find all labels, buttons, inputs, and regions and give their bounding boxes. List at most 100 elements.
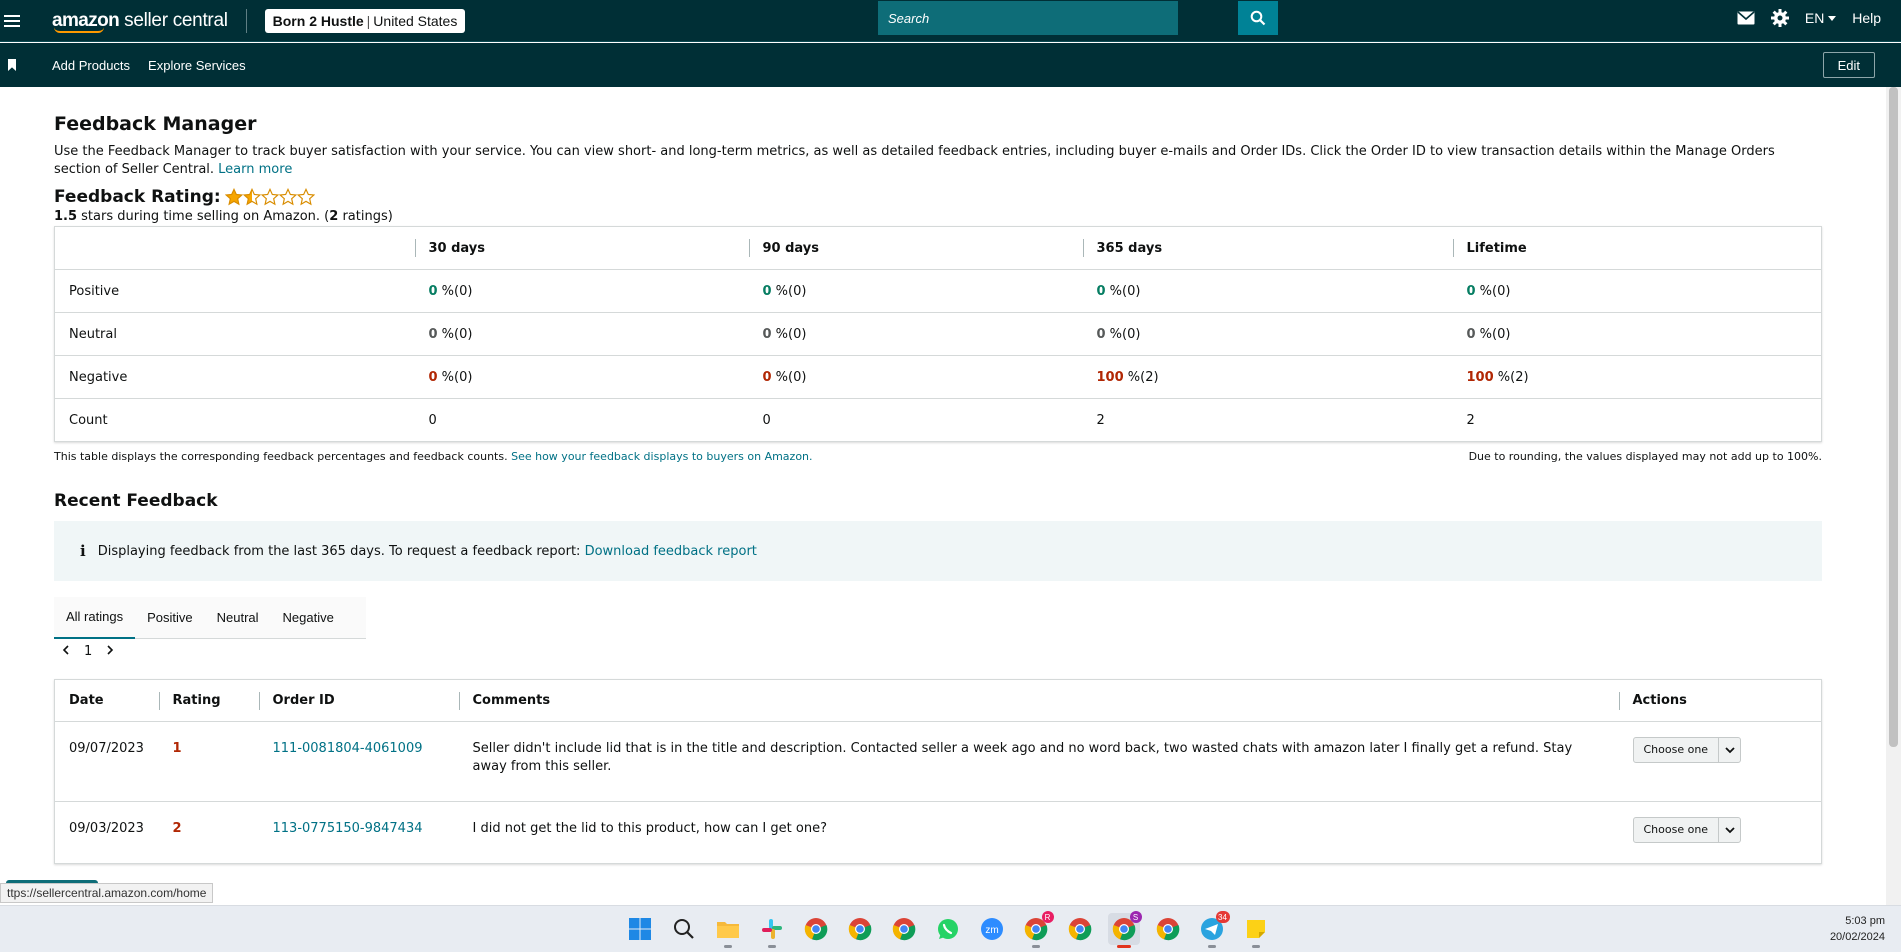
metrics-row-label: Positive: [54, 269, 415, 313]
slack-icon[interactable]: [756, 913, 788, 948]
metrics-col-90-days: 90 days: [748, 227, 1083, 270]
page-scrollbar[interactable]: [1886, 87, 1901, 905]
metrics-cell: 0 %(0): [1452, 269, 1822, 313]
nav-bar: Add Products Explore Services Edit: [0, 43, 1901, 87]
metrics-percent: 100: [1466, 369, 1494, 385]
windows-start-icon[interactable]: [624, 913, 656, 945]
scrollbar-thumb[interactable]: [1889, 87, 1898, 747]
language-selector[interactable]: EN: [1804, 10, 1837, 26]
rating-summary: 1.5 stars during time selling on Amazon.…: [54, 209, 1824, 224]
svg-text:zm: zm: [985, 925, 998, 936]
rating-stars: [224, 188, 315, 206]
tab-neutral[interactable]: Neutral: [205, 597, 271, 639]
chevron-left-icon[interactable]: [62, 644, 70, 659]
learn-more-link[interactable]: Learn more: [218, 162, 292, 177]
metrics-count: %(0): [771, 326, 807, 342]
whatsapp-icon[interactable]: [932, 913, 964, 945]
header-actions: EN Help: [1737, 0, 1881, 36]
mail-icon[interactable]: [1737, 11, 1755, 25]
file-explorer-icon[interactable]: [712, 913, 744, 948]
metrics-percent: 0: [762, 326, 772, 342]
feedback-display-link[interactable]: See how your feedback displays to buyers…: [511, 450, 812, 463]
metrics-count: %(0): [1105, 326, 1141, 342]
sticky-notes-icon[interactable]: [1240, 913, 1272, 948]
caret-down-icon: [1828, 15, 1837, 21]
main-content: Feedback Manager Use the Feedback Manage…: [54, 87, 1824, 864]
metrics-count: 2: [1466, 412, 1475, 428]
menu-icon[interactable]: [4, 0, 26, 42]
help-link[interactable]: Help: [1852, 10, 1881, 26]
actions-dropdown[interactable]: Choose one: [1632, 817, 1742, 843]
header-divider: [245, 8, 247, 33]
nav-explore-services[interactable]: Explore Services: [148, 58, 246, 73]
rounding-note: Due to rounding, the values displayed ma…: [1468, 450, 1822, 463]
metrics-count: %(0): [1105, 283, 1141, 299]
search-placeholder: Search: [888, 10, 930, 26]
metrics-cell: 0 %(0): [748, 355, 1083, 399]
metrics-percent: 0: [428, 369, 438, 385]
table-row: 09/03/2023 2 113-0775150-9847434 I did not …: [54, 801, 1822, 864]
pagination: 1: [62, 644, 1824, 659]
tab-negative[interactable]: Negative: [271, 597, 346, 639]
edit-button[interactable]: Edit: [1822, 52, 1875, 78]
search-button[interactable]: [1238, 1, 1278, 35]
feedback-rating: Feedback Rating:: [54, 187, 1824, 207]
zoom-icon[interactable]: zm: [976, 913, 1008, 945]
chrome-profile-icon[interactable]: [888, 913, 920, 945]
page-description: Use the Feedback Manager to track buyer …: [54, 143, 1824, 179]
search-input[interactable]: Search: [878, 1, 1178, 35]
metrics-percent: 0: [1096, 326, 1106, 342]
nav-add-products[interactable]: Add Products: [52, 58, 130, 73]
account-switcher[interactable]: Born 2 Hustle | United States: [264, 8, 466, 33]
settings-gear-icon[interactable]: [1770, 9, 1789, 27]
telegram-icon[interactable]: 34: [1196, 911, 1230, 948]
metrics-count: %(0): [771, 369, 807, 385]
metrics-percent: 0: [762, 369, 772, 385]
col-order-id: Order ID: [258, 679, 459, 722]
chrome-profile-icon[interactable]: [844, 913, 876, 945]
system-clock[interactable]: 5:03 pm 20/02/2024: [1830, 913, 1885, 945]
seller-central-logo[interactable]: amazon seller central: [52, 7, 228, 35]
metrics-note-left: This table displays the corresponding fe…: [54, 450, 813, 463]
status-url-tooltip: ttps://sellercentral.amazon.com/home: [0, 883, 214, 903]
metrics-cell: 100 %(2): [1082, 355, 1453, 399]
metrics-count: %(2): [1493, 369, 1529, 385]
metrics-cell: 0 %(0): [748, 269, 1083, 313]
chevron-right-icon[interactable]: [106, 644, 114, 659]
feedback-rating: 2: [172, 821, 182, 836]
chrome-active-icon[interactable]: S: [1107, 911, 1142, 948]
page-number[interactable]: 1: [84, 644, 92, 659]
clock-date: 20/02/2024: [1829, 931, 1885, 943]
metrics-cell: 0 %(0): [414, 312, 749, 356]
metrics-count: %(0): [437, 369, 473, 385]
alert-text: Displaying feedback from the last 365 da…: [97, 543, 581, 559]
metrics-percent: 0: [1096, 283, 1106, 299]
download-feedback-report-link[interactable]: Download feedback report: [585, 544, 757, 559]
chrome-profile-icon[interactable]: R: [1020, 911, 1054, 948]
feedback-comment-cell: I did not get the lid to this product, h…: [458, 801, 1619, 864]
recent-feedback-title: Recent Feedback: [54, 491, 218, 511]
rating-title: Feedback Rating:: [54, 187, 221, 207]
account-name: Born 2 Hustle: [272, 12, 364, 29]
metrics-count: %(0): [437, 283, 473, 299]
os-taskbar: zm R S 34: [0, 905, 1901, 952]
chrome-icon[interactable]: [800, 913, 832, 945]
order-id-link[interactable]: 113-0775150-9847434: [273, 821, 423, 836]
actions-dropdown[interactable]: Choose one: [1632, 737, 1742, 763]
bookmark-icon[interactable]: [8, 59, 16, 71]
chrome-profile-icon[interactable]: [1064, 913, 1096, 945]
order-id-link[interactable]: 111-0081804-4061009: [273, 741, 423, 756]
rating-summary-text: stars during time selling on Amazon. (: [77, 209, 330, 224]
rating-filter-tabs: All ratings Positive Neutral Negative: [54, 597, 366, 639]
metrics-cell: 2: [1082, 398, 1453, 442]
language-label: EN: [1804, 10, 1825, 26]
metrics-percent: 100: [1096, 369, 1124, 385]
tab-all-ratings[interactable]: All ratings: [54, 597, 136, 639]
tab-positive[interactable]: Positive: [135, 597, 205, 639]
metrics-cell: 100 %(2): [1452, 355, 1822, 399]
search-taskbar-icon[interactable]: [668, 913, 700, 945]
chrome-profile-icon[interactable]: [1152, 913, 1184, 945]
actions-dropdown-label: Choose one: [1643, 743, 1709, 756]
metrics-cell: 2: [1452, 398, 1822, 442]
metrics-percent: 0: [1466, 283, 1476, 299]
